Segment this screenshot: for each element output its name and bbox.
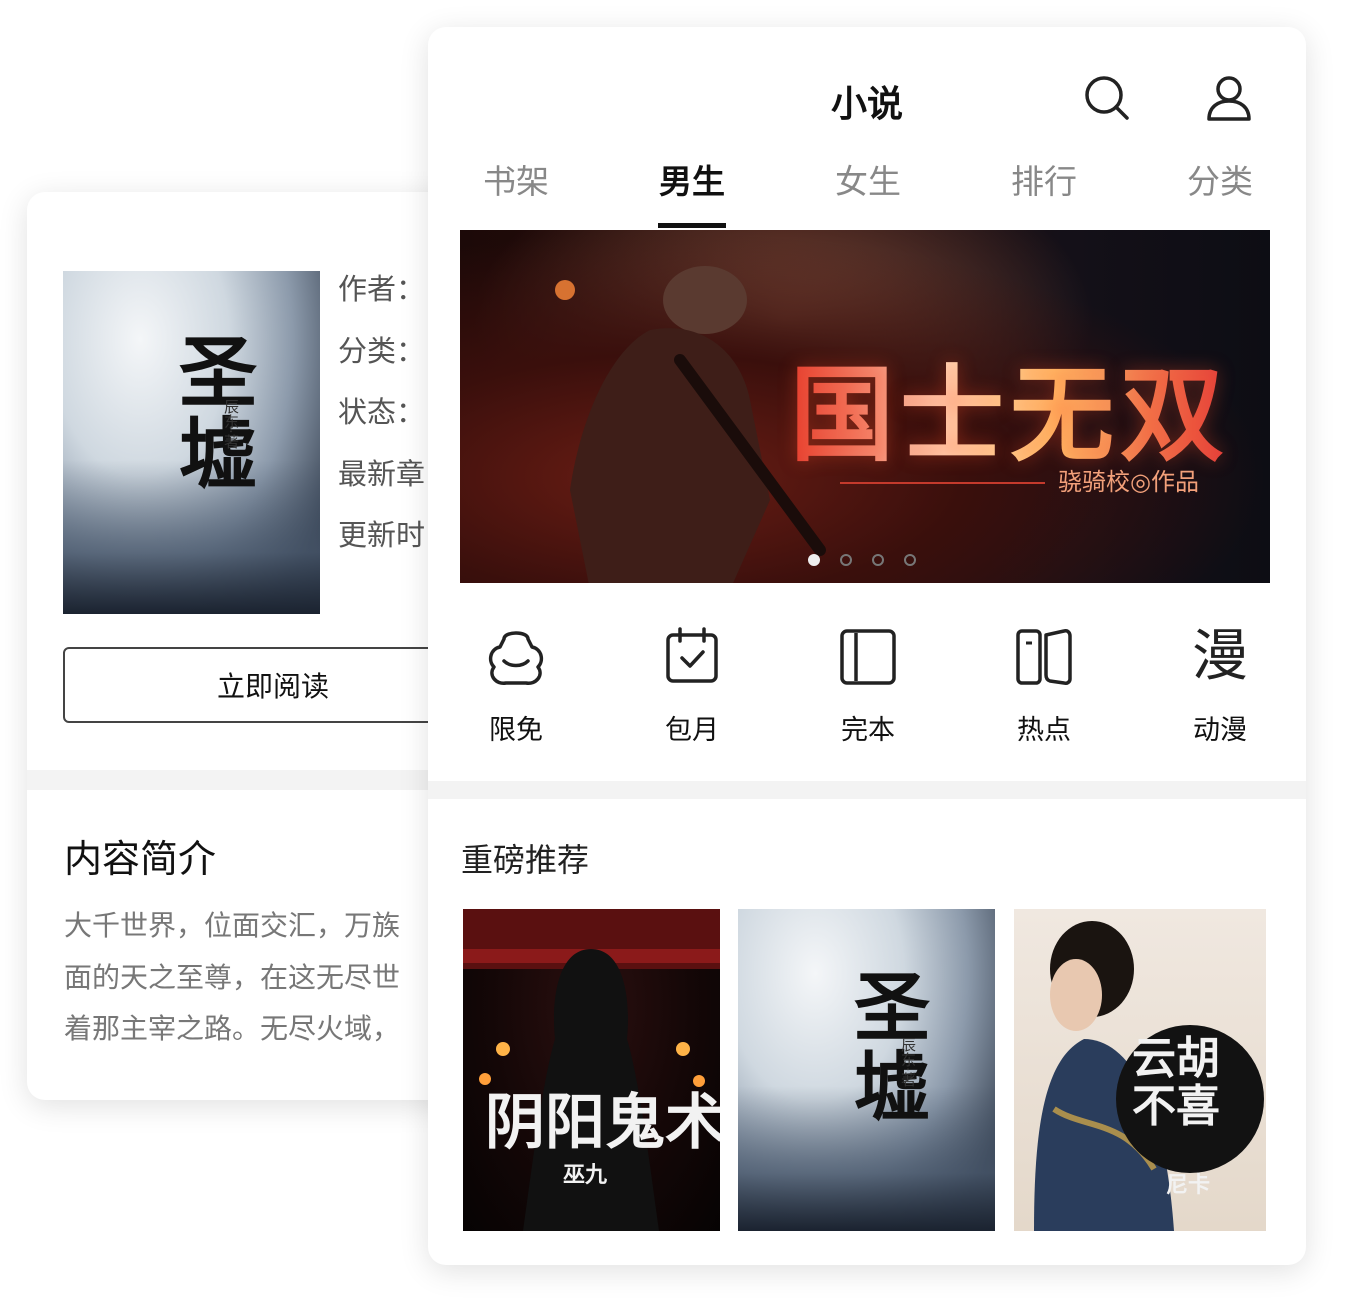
category-label: 分类： — [338, 334, 426, 368]
recommended-book[interactable]: 阴阳鬼术 巫九 — [463, 909, 720, 1231]
cover-title: 圣墟 — [166, 331, 257, 495]
book-detail-card: 圣墟 辰东·著 作者： 分类： 状态： 最新章 更新时 立即阅读 内容简介 大千… — [27, 192, 467, 1100]
quick-item-label: 限免 — [489, 715, 543, 746]
quick-item-complete[interactable]: 完本 — [780, 615, 956, 755]
book-title: 阴阳鬼术 — [485, 1088, 720, 1158]
intro-text-line: 大千世界，位面交汇，万族 — [64, 909, 401, 942]
quick-item-manga[interactable]: 漫 动漫 — [1132, 615, 1306, 755]
author-label: 作者： — [338, 272, 426, 306]
page-title: 小说 — [830, 84, 903, 125]
active-tab-indicator — [658, 223, 726, 228]
book-author: 辰东·著 — [899, 1037, 917, 1087]
book-author: 尼卡 — [1166, 1172, 1211, 1198]
recommended-book[interactable]: 圣墟 辰东·著 — [738, 909, 995, 1231]
book-title: 圣墟 — [841, 967, 930, 1127]
intro-text-line: 着那主宰之路。无尽火域， — [64, 1012, 401, 1045]
carousel-dot[interactable] — [872, 554, 884, 566]
book-open-icon — [1016, 629, 1072, 685]
tab-label: 男生 — [659, 162, 725, 201]
banner-soldier-art — [555, 266, 826, 583]
category-tabs: 书架 男生 女生 排行 分类 — [428, 155, 1306, 228]
book-title: 云胡不喜 — [1132, 1033, 1220, 1132]
book-author: 巫九 — [563, 1162, 608, 1188]
banner-author: 骁骑校◎作品 — [1058, 468, 1199, 496]
intro-text-line: 面的天之至尊，在这无尽世 — [64, 961, 401, 994]
carousel-dot[interactable] — [840, 554, 852, 566]
quick-item-label: 动漫 — [1193, 715, 1247, 746]
calendar-check-icon — [666, 627, 718, 683]
banner-title: 国士无双 — [790, 330, 1230, 481]
quick-item-monthly[interactable]: 包月 — [604, 615, 780, 755]
user-icon[interactable] — [1204, 73, 1254, 123]
tab-label: 女生 — [835, 162, 901, 201]
tab-male[interactable]: 男生 — [604, 155, 780, 228]
recommended-book[interactable]: 云胡不喜 尼卡 — [1014, 909, 1266, 1231]
quick-menu: 限免 包月 完本 热点 漫 动漫 — [428, 615, 1306, 755]
novel-home-card: 小说 书架 男生 女生 排行 分类 国士无双 骁骑校◎作品 限免 包月 完本 热… — [428, 27, 1306, 1265]
section-divider — [27, 770, 467, 790]
carousel-indicator — [808, 554, 928, 572]
tab-label: 分类 — [1187, 162, 1253, 201]
cover-author: 辰东·著 — [222, 399, 240, 449]
status-label: 状态： — [338, 395, 426, 429]
search-icon[interactable] — [1082, 73, 1132, 123]
carousel-dot[interactable] — [904, 554, 916, 566]
banner-carousel[interactable]: 国士无双 骁骑校◎作品 — [460, 230, 1270, 583]
tab-female[interactable]: 女生 — [780, 155, 956, 225]
section-title: 重磅推荐 — [461, 841, 590, 879]
quick-item-free[interactable]: 限免 — [428, 615, 604, 755]
tab-label: 排行 — [1011, 162, 1077, 201]
read-now-button[interactable]: 立即阅读 — [63, 647, 467, 723]
quick-item-label: 包月 — [665, 715, 719, 746]
carousel-dot[interactable] — [808, 554, 820, 566]
free-icon — [488, 631, 544, 685]
quick-item-label: 完本 — [841, 715, 895, 746]
banner-divider — [840, 482, 1045, 484]
section-divider — [428, 781, 1306, 799]
tab-bookshelf[interactable]: 书架 — [428, 155, 604, 225]
quick-item-label: 热点 — [1017, 715, 1071, 746]
book-complete-icon — [840, 629, 896, 685]
tab-category[interactable]: 分类 — [1132, 155, 1306, 225]
latest-chapter-label: 最新章 — [338, 457, 426, 491]
update-time-label: 更新时 — [338, 518, 426, 552]
quick-item-hot[interactable]: 热点 — [956, 615, 1132, 755]
tab-ranking[interactable]: 排行 — [956, 155, 1132, 225]
book-cover[interactable]: 圣墟 辰东·著 — [63, 271, 320, 614]
intro-title: 内容简介 — [64, 837, 217, 881]
manga-icon: 漫 — [1192, 624, 1248, 689]
tab-label: 书架 — [483, 162, 549, 201]
